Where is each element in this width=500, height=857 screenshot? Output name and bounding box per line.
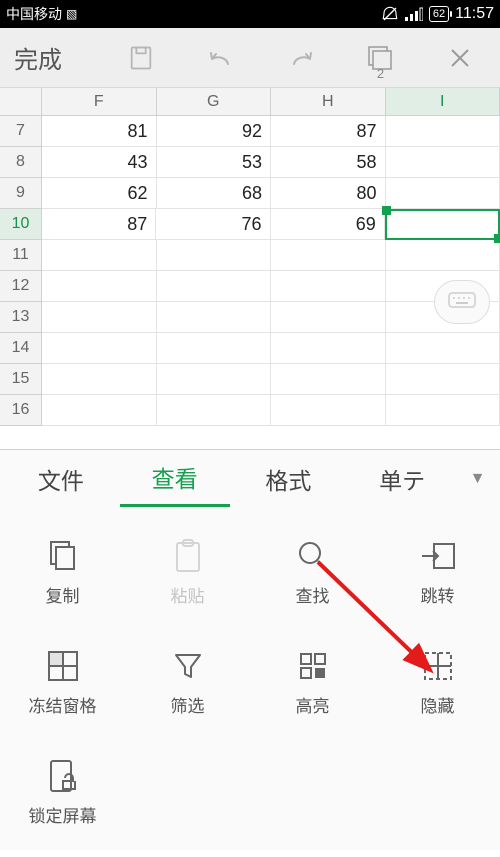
- cell[interactable]: [157, 364, 272, 395]
- copy-icon: [45, 538, 81, 574]
- row-header[interactable]: 14: [0, 333, 42, 364]
- cell[interactable]: 43: [42, 147, 157, 178]
- cell[interactable]: 87: [42, 209, 156, 240]
- tool-hide[interactable]: 隐藏: [375, 627, 500, 737]
- cell[interactable]: 68: [157, 178, 272, 209]
- cell[interactable]: [386, 333, 500, 364]
- cell[interactable]: [42, 395, 157, 426]
- tool-lock[interactable]: 锁定屏幕: [0, 737, 125, 847]
- done-button[interactable]: 完成: [0, 40, 102, 75]
- cell[interactable]: [157, 395, 272, 426]
- cell[interactable]: [386, 364, 500, 395]
- cell[interactable]: [385, 209, 500, 240]
- tool-highlight[interactable]: 高亮: [250, 627, 375, 737]
- cell[interactable]: [271, 240, 386, 271]
- battery-indicator: 62: [429, 6, 449, 22]
- cell[interactable]: [386, 395, 500, 426]
- cell[interactable]: [271, 333, 386, 364]
- tool-filter[interactable]: 筛选: [125, 627, 250, 737]
- sheet-count: 2: [377, 66, 384, 81]
- row-header[interactable]: 13: [0, 302, 42, 333]
- tools-panel: 文件 查看 格式 单テ ▼ 复制 粘贴 查找 跳转: [0, 449, 500, 850]
- cell[interactable]: 62: [42, 178, 157, 209]
- spreadsheet[interactable]: FGHI781928784353589626880108776691112131…: [0, 88, 500, 426]
- undo-button[interactable]: [181, 46, 261, 70]
- cell[interactable]: [42, 333, 157, 364]
- save-indicator-icon: ▧: [66, 7, 77, 21]
- cell[interactable]: [386, 178, 500, 209]
- cell[interactable]: [386, 116, 500, 147]
- highlight-icon: [295, 648, 331, 684]
- status-bar: 中国移动 ▧ 62 11:57: [0, 0, 500, 28]
- cell[interactable]: [42, 271, 157, 302]
- cell[interactable]: 69: [271, 209, 385, 240]
- lock-icon: [45, 758, 81, 794]
- tool-copy[interactable]: 复制: [0, 517, 125, 627]
- tool-freeze[interactable]: 冻结窗格: [0, 627, 125, 737]
- cell[interactable]: [42, 364, 157, 395]
- cell[interactable]: [271, 302, 386, 333]
- carrier-label: 中国移动: [6, 4, 62, 24]
- cell[interactable]: [157, 302, 272, 333]
- cell[interactable]: [42, 302, 157, 333]
- tool-goto[interactable]: 跳转: [375, 517, 500, 627]
- save-button[interactable]: [102, 44, 182, 72]
- row-header[interactable]: 10: [0, 209, 42, 240]
- column-header[interactable]: G: [157, 88, 272, 116]
- tab-format[interactable]: 格式: [234, 452, 344, 506]
- row-header[interactable]: 9: [0, 178, 42, 209]
- cell[interactable]: 58: [271, 147, 386, 178]
- hide-icon: [420, 648, 456, 684]
- close-button[interactable]: [420, 46, 500, 70]
- row-header[interactable]: 16: [0, 395, 42, 426]
- cell[interactable]: [157, 271, 272, 302]
- tabs-more-icon[interactable]: ▼: [461, 460, 494, 498]
- cell[interactable]: [42, 240, 157, 271]
- search-icon: [295, 538, 331, 574]
- panel-tabs: 文件 查看 格式 单テ ▼: [0, 450, 500, 507]
- paste-icon: [170, 538, 206, 574]
- cell[interactable]: [157, 240, 272, 271]
- row-header[interactable]: 11: [0, 240, 42, 271]
- column-header[interactable]: H: [271, 88, 386, 116]
- cell[interactable]: 53: [157, 147, 272, 178]
- tools-grid: 复制 粘贴 查找 跳转 冻结窗格: [0, 507, 500, 857]
- cell[interactable]: 87: [271, 116, 386, 147]
- cell[interactable]: [386, 240, 500, 271]
- row-header[interactable]: 15: [0, 364, 42, 395]
- column-header[interactable]: F: [42, 88, 157, 116]
- cell[interactable]: [271, 395, 386, 426]
- cell[interactable]: [157, 333, 272, 364]
- keyboard-toggle-button[interactable]: [434, 280, 490, 324]
- tab-view[interactable]: 查看: [120, 450, 230, 507]
- filter-icon: [170, 648, 206, 684]
- cell[interactable]: [386, 147, 500, 178]
- column-header[interactable]: I: [386, 88, 500, 116]
- cell[interactable]: 92: [157, 116, 272, 147]
- tool-find[interactable]: 查找: [250, 517, 375, 627]
- editor-toolbar: 完成 2: [0, 28, 500, 88]
- mute-icon: [381, 5, 399, 23]
- cell[interactable]: 80: [271, 178, 386, 209]
- tab-file[interactable]: 文件: [6, 452, 116, 506]
- signal-icon: [405, 7, 423, 21]
- row-header[interactable]: 12: [0, 271, 42, 302]
- cell[interactable]: [271, 271, 386, 302]
- row-header[interactable]: 7: [0, 116, 42, 147]
- cell[interactable]: 81: [42, 116, 157, 147]
- goto-icon: [420, 538, 456, 574]
- sheets-button[interactable]: 2: [341, 44, 421, 72]
- redo-button[interactable]: [261, 46, 341, 70]
- tab-cell[interactable]: 单テ: [347, 452, 457, 506]
- cell[interactable]: 76: [156, 209, 270, 240]
- clock: 11:57: [455, 5, 494, 23]
- cell[interactable]: [271, 364, 386, 395]
- row-header[interactable]: 8: [0, 147, 42, 178]
- tool-paste: 粘贴: [125, 517, 250, 627]
- freeze-icon: [45, 648, 81, 684]
